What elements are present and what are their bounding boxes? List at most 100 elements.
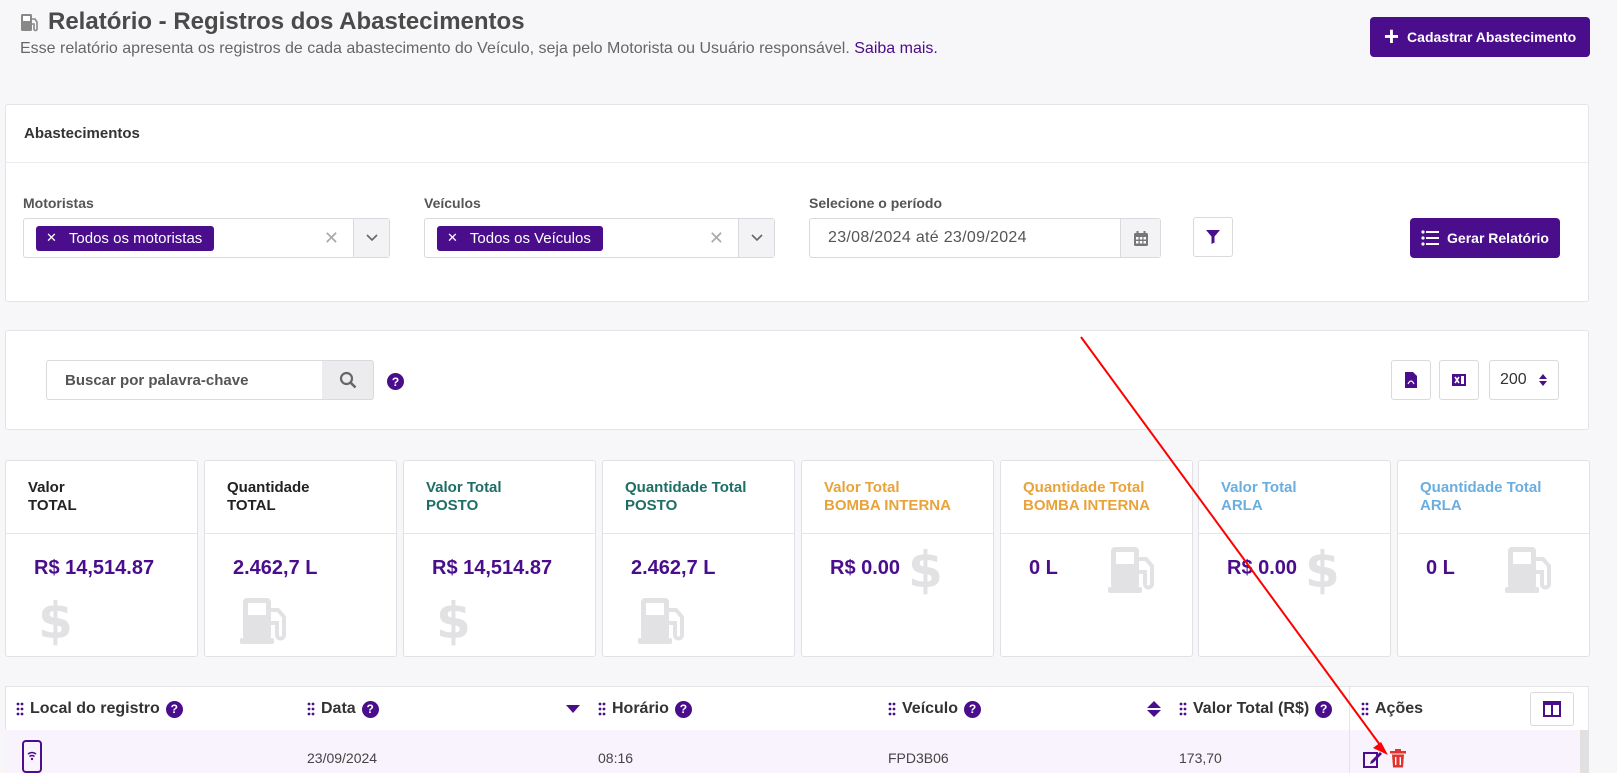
- calendar-icon[interactable]: [1120, 219, 1160, 257]
- veiculos-chip[interactable]: ✕ Todos os Veículos: [437, 225, 603, 251]
- periodo-start: 23/08/2024: [828, 229, 912, 246]
- stat-label: Quantidade Total: [1023, 479, 1145, 496]
- column-header-horario[interactable]: Horário ?: [598, 700, 692, 718]
- column-header-veiculo[interactable]: Veículo ?: [888, 700, 982, 718]
- stat-label: TOTAL: [28, 497, 77, 514]
- page-subtitle: Esse relatório apresenta os registros de…: [20, 40, 938, 58]
- trash-icon[interactable]: [1390, 749, 1406, 768]
- dollar-icon: $: [1305, 543, 1339, 595]
- fuel-pump-icon: [1505, 547, 1551, 593]
- stat-value: 2.462,7 L: [631, 557, 716, 579]
- table-row[interactable]: [5, 730, 1580, 773]
- fuel-pump-icon: [240, 598, 286, 644]
- stat-valor-total-arla: Valor Total ARLA R$ 0.00 $: [1198, 460, 1391, 657]
- svg-text:$: $: [1305, 543, 1339, 595]
- column-header-data[interactable]: Data ?: [307, 700, 379, 718]
- search-input[interactable]: Buscar por palavra-chave: [46, 360, 323, 400]
- stat-valor-total-posto: Valor Total POSTO R$ 14,514.87 $: [403, 460, 596, 657]
- drag-handle-icon[interactable]: [1361, 702, 1369, 716]
- column-header-label: Local do registro: [30, 700, 160, 717]
- table-scrollbar[interactable]: [1580, 730, 1589, 773]
- search-icon: [339, 371, 356, 389]
- chip-remove-icon[interactable]: ✕: [447, 230, 458, 246]
- edit-icon[interactable]: [1363, 750, 1383, 768]
- stat-value: R$ 0.00: [1227, 557, 1298, 579]
- sort-both-icon[interactable]: [1147, 700, 1161, 718]
- column-header-label: Valor Total (R$): [1193, 700, 1310, 717]
- stat-label: POSTO: [625, 497, 678, 514]
- stat-label: Quantidade Total: [625, 479, 747, 496]
- periodo-text: 23/08/2024 até 23/09/2024: [810, 229, 1120, 247]
- stat-valor-total: Valor TOTAL R$ 14,514.87 $: [5, 460, 198, 657]
- help-icon[interactable]: ?: [387, 373, 404, 390]
- stat-quantidade-total-posto: Quantidade Total POSTO 2.462,7 L: [602, 460, 795, 657]
- sort-desc-icon[interactable]: [566, 704, 580, 714]
- periodo-label: Selecione o período: [809, 195, 943, 211]
- filters-card: Abastecimentos: [5, 104, 1589, 302]
- drag-handle-icon[interactable]: [307, 702, 315, 716]
- column-header-label: Horário: [612, 700, 669, 717]
- veiculos-chip-label: Todos os Veículos: [469, 229, 591, 247]
- veiculos-label: Veículos: [424, 195, 481, 211]
- drag-handle-icon[interactable]: [888, 702, 896, 716]
- dollar-icon: $: [38, 594, 72, 646]
- stat-label: ARLA: [1420, 497, 1462, 514]
- stat-label: Quantidade: [227, 479, 310, 496]
- plus-icon: +: [1383, 21, 1400, 51]
- cadastrar-abastecimento-label: Cadastrar Abastecimento: [1407, 29, 1577, 45]
- column-toggle-button[interactable]: [1530, 692, 1574, 726]
- page-size-select[interactable]: 200: [1489, 360, 1559, 400]
- help-icon[interactable]: ?: [1315, 700, 1333, 718]
- stat-header: Quantidade Total ARLA: [1398, 461, 1589, 534]
- search-placeholder: Buscar por palavra-chave: [65, 371, 249, 389]
- filter-icon: [1206, 230, 1220, 244]
- export-pdf-button[interactable]: [1391, 360, 1431, 400]
- motoristas-chip[interactable]: ✕ Todos os motoristas: [36, 225, 215, 251]
- stat-label: BOMBA INTERNA: [1023, 497, 1150, 514]
- gerar-relatorio-label: Gerar Relatório: [1447, 230, 1549, 246]
- stat-label: Quantidade Total: [1420, 479, 1542, 496]
- svg-text:$: $: [38, 594, 72, 646]
- cadastrar-abastecimento-button[interactable]: + Cadastrar Abastecimento: [1370, 17, 1590, 57]
- periodo-input[interactable]: 23/08/2024 até 23/09/2024: [809, 218, 1161, 258]
- drag-handle-icon[interactable]: [598, 702, 606, 716]
- help-icon[interactable]: ?: [674, 700, 692, 718]
- chip-remove-icon[interactable]: ✕: [46, 230, 57, 246]
- svg-text:$: $: [908, 543, 942, 595]
- cell-veiculo: FPD3B06: [888, 750, 949, 766]
- gerar-relatorio-button[interactable]: Gerar Relatório: [1410, 218, 1560, 258]
- periodo-end: 23/09/2024: [943, 229, 1027, 246]
- cell-valor-total: 173,70: [1179, 750, 1222, 766]
- chevron-down-icon[interactable]: [353, 219, 389, 257]
- dollar-icon: $: [908, 543, 942, 595]
- fuel-pump-icon: [21, 14, 38, 32]
- stat-value: 0 L: [1029, 557, 1058, 579]
- help-icon[interactable]: ?: [165, 700, 183, 718]
- saiba-mais-link[interactable]: Saiba mais.: [854, 40, 938, 57]
- help-icon[interactable]: ?: [361, 700, 379, 718]
- veiculos-select[interactable]: ✕ Todos os Veículos ✕: [424, 218, 775, 258]
- motoristas-label: Motoristas: [23, 195, 94, 211]
- stat-label: TOTAL: [227, 497, 276, 514]
- column-header-valor-total[interactable]: Valor Total (R$) ?: [1179, 700, 1333, 718]
- motoristas-select[interactable]: ✕ Todos os motoristas ✕: [23, 218, 390, 258]
- drag-handle-icon[interactable]: [16, 702, 24, 716]
- stat-header: Valor Total ARLA: [1199, 461, 1390, 534]
- column-header-local[interactable]: Local do registro ?: [16, 700, 183, 718]
- clear-icon[interactable]: ✕: [709, 228, 724, 249]
- fuel-pump-icon: [638, 598, 684, 644]
- chevron-down-icon[interactable]: [738, 219, 774, 257]
- page-title-text: Relatório - Registros dos Abastecimentos: [48, 8, 525, 35]
- column-header-label: Veículo: [902, 700, 959, 717]
- filter-button[interactable]: [1193, 217, 1233, 257]
- help-icon[interactable]: ?: [964, 700, 982, 718]
- clear-icon[interactable]: ✕: [324, 228, 339, 249]
- stat-value: 0 L: [1426, 557, 1455, 579]
- export-excel-button[interactable]: [1439, 360, 1479, 400]
- drag-handle-icon[interactable]: [1179, 702, 1187, 716]
- stat-label: ARLA: [1221, 497, 1263, 514]
- search-button[interactable]: [322, 360, 374, 400]
- fuel-pump-icon: [1108, 547, 1154, 593]
- stat-header: Valor Total BOMBA INTERNA: [802, 461, 993, 534]
- stat-value: R$ 14,514.87: [432, 557, 553, 579]
